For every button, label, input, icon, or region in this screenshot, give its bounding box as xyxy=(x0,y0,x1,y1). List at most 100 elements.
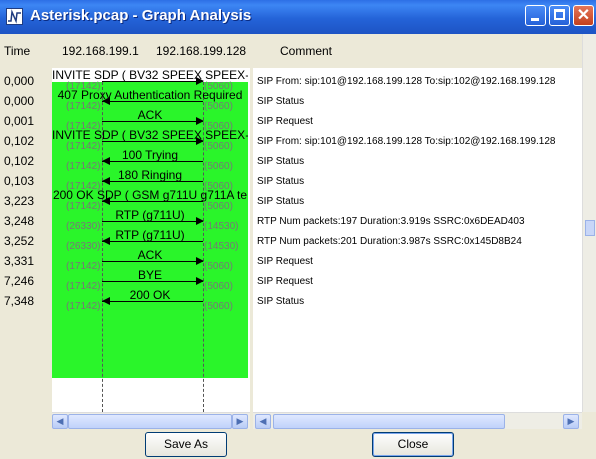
flow-comment[interactable]: SIP Status xyxy=(257,176,304,187)
flow-message[interactable]: 407 Proxy Authentication Required (17142)… xyxy=(52,88,248,112)
scroll-left-icon[interactable]: ◀ xyxy=(52,414,68,429)
flow-comment[interactable]: RTP Num packets:197 Duration:3.919s SSRC… xyxy=(257,216,525,227)
flow-comment[interactable]: SIP Status xyxy=(257,296,304,307)
flow-message[interactable]: 200 OK SDP ( GSM g711U g711A te (17142) (5… xyxy=(52,188,248,212)
flow-arrow xyxy=(102,121,203,122)
flow-comment[interactable]: SIP Request xyxy=(257,276,313,287)
comment-column[interactable]: SIP From: sip:101@192.168.199.128 To:sip… xyxy=(253,68,583,412)
vertical-scroll-thumb[interactable] xyxy=(585,220,595,236)
flow-comment[interactable]: SIP From: sip:101@192.168.199.128 To:sip… xyxy=(257,76,555,87)
flow-label: 180 Ringing xyxy=(117,168,183,182)
flow-arrow xyxy=(102,101,203,102)
flow-time[interactable]: 7,348 xyxy=(4,294,34,308)
flow-time[interactable]: 0,001 xyxy=(4,114,34,128)
flow-arrow xyxy=(102,81,203,82)
app-icon[interactable] xyxy=(6,8,23,25)
scroll-right-icon[interactable]: ▶ xyxy=(232,414,248,429)
comment-scroll-thumb[interactable] xyxy=(273,414,505,429)
source-port: (17142) xyxy=(66,301,101,312)
flow-label: 200 OK SDP ( GSM g711U g711A te xyxy=(52,188,248,202)
flow-time[interactable]: 7,246 xyxy=(4,274,34,288)
vertical-scrollbar[interactable] xyxy=(582,34,596,412)
maximize-icon xyxy=(554,9,565,20)
title-bar[interactable]: Asterisk.pcap - Graph Analysis ✕ xyxy=(0,0,596,34)
flow-label: 407 Proxy Authentication Required xyxy=(57,88,243,102)
flow-time[interactable]: 0,102 xyxy=(4,154,34,168)
flow-label: ACK xyxy=(137,108,163,122)
flow-time[interactable]: 3,248 xyxy=(4,214,34,228)
arrow-head-icon xyxy=(102,197,110,205)
flow-message[interactable]: RTP (g711U) (26330) (14530) xyxy=(52,228,248,252)
flow-comment[interactable]: SIP Status xyxy=(257,96,304,107)
flow-label: ACK xyxy=(137,248,163,262)
arrow-head-icon xyxy=(196,217,204,225)
time-column[interactable]: 0,000 0,000 0,001 0,102 0,102 0,103 3,223 3,248… xyxy=(0,68,52,412)
save-as-button[interactable]: Save As xyxy=(145,432,227,457)
destination-port: (5060) xyxy=(204,301,233,312)
graph-analysis-window: Asterisk.pcap - Graph Analysis ✕ Time 19… xyxy=(0,0,596,459)
flow-time[interactable]: 3,223 xyxy=(4,194,34,208)
flow-comment[interactable]: SIP Request xyxy=(257,116,313,127)
flow-arrow xyxy=(102,261,203,262)
host-a-header: 192.168.199.1 xyxy=(62,44,139,58)
comment-header: Comment xyxy=(280,44,333,58)
close-button[interactable]: Close xyxy=(372,432,454,457)
flow-time[interactable]: 0,103 xyxy=(4,174,34,188)
flow-time[interactable]: 0,000 xyxy=(4,94,34,108)
flow-arrow xyxy=(102,201,203,202)
column-header: Time 192.168.199.1 192.168.199.128 Comme… xyxy=(0,34,596,68)
maximize-button[interactable] xyxy=(549,5,570,26)
flow-message[interactable]: RTP (g711U) (26330) (14530) xyxy=(52,208,248,232)
graph-scroll-thumb[interactable] xyxy=(68,414,232,429)
flow-time[interactable]: 0,000 xyxy=(4,74,34,88)
flow-arrow xyxy=(102,181,203,182)
flow-comment[interactable]: RTP Num packets:201 Duration:3.987s SSRC… xyxy=(257,236,522,247)
flow-label: INVITE SDP ( BV32 SPEEX SPEEX-F xyxy=(52,68,248,82)
close-icon: ✕ xyxy=(576,7,591,24)
arrow-head-icon xyxy=(102,97,110,105)
flow-arrow xyxy=(102,161,203,162)
minimize-icon xyxy=(531,18,539,21)
window-title: Asterisk.pcap - Graph Analysis xyxy=(30,7,252,24)
flow-label: BYE xyxy=(137,268,162,282)
flow-arrow xyxy=(102,281,203,282)
flow-message[interactable]: ACK (17142) (5060) xyxy=(52,108,248,132)
flow-arrow xyxy=(102,301,203,302)
flow-graph[interactable]: INVITE SDP ( BV32 SPEEX SPEEX-F (17142) (5… xyxy=(52,68,250,412)
arrow-head-icon xyxy=(196,117,204,125)
arrow-head-icon xyxy=(102,237,110,245)
flow-message[interactable]: 200 OK (17142) (5060) xyxy=(52,288,248,312)
flow-arrow xyxy=(102,241,203,242)
flow-message[interactable]: BYE (17142) (5060) xyxy=(52,268,248,292)
arrow-head-icon xyxy=(196,257,204,265)
flow-label: RTP (g711U) xyxy=(115,228,185,242)
flow-comment[interactable]: SIP Status xyxy=(257,156,304,167)
flow-arrow xyxy=(102,141,203,142)
flow-time[interactable]: 3,331 xyxy=(4,254,34,268)
arrow-head-icon xyxy=(102,297,110,305)
arrow-head-icon xyxy=(196,277,204,285)
scroll-right-icon[interactable]: ▶ xyxy=(563,414,579,429)
flow-message[interactable]: 180 Ringing (17142) (5060) xyxy=(52,168,248,192)
close-window-button[interactable]: ✕ xyxy=(573,5,594,26)
flow-time[interactable]: 3,252 xyxy=(4,234,34,248)
scroll-left-icon[interactable]: ◀ xyxy=(255,414,271,429)
minimize-button[interactable] xyxy=(525,5,546,26)
flow-label: INVITE SDP ( BV32 SPEEX SPEEX-F xyxy=(52,128,248,142)
flow-comment[interactable]: SIP Request xyxy=(257,256,313,267)
flow-message[interactable]: INVITE SDP ( BV32 SPEEX SPEEX-F (17142) (5… xyxy=(52,68,248,92)
flow-message[interactable]: 100 Trying (17142) (5060) xyxy=(52,148,248,172)
arrow-head-icon xyxy=(196,137,204,145)
host-b-header: 192.168.199.128 xyxy=(156,44,247,58)
comment-horizontal-scrollbar[interactable]: ◀ ▶ xyxy=(253,412,582,429)
graph-horizontal-scrollbar[interactable]: ◀ ▶ xyxy=(52,412,250,429)
arrow-head-icon xyxy=(196,77,204,85)
flow-comment[interactable]: SIP Status xyxy=(257,196,304,207)
flow-comment[interactable]: SIP From: sip:101@192.168.199.128 To:sip… xyxy=(257,136,555,147)
flow-message[interactable]: INVITE SDP ( BV32 SPEEX SPEEX-F (17142) (5… xyxy=(52,128,248,152)
flow-time[interactable]: 0,102 xyxy=(4,134,34,148)
flow-label: RTP (g711U) xyxy=(115,208,185,222)
flow-message[interactable]: ACK (17142) (5060) xyxy=(52,248,248,272)
arrow-head-icon xyxy=(102,157,110,165)
flow-label: 100 Trying xyxy=(121,148,179,162)
